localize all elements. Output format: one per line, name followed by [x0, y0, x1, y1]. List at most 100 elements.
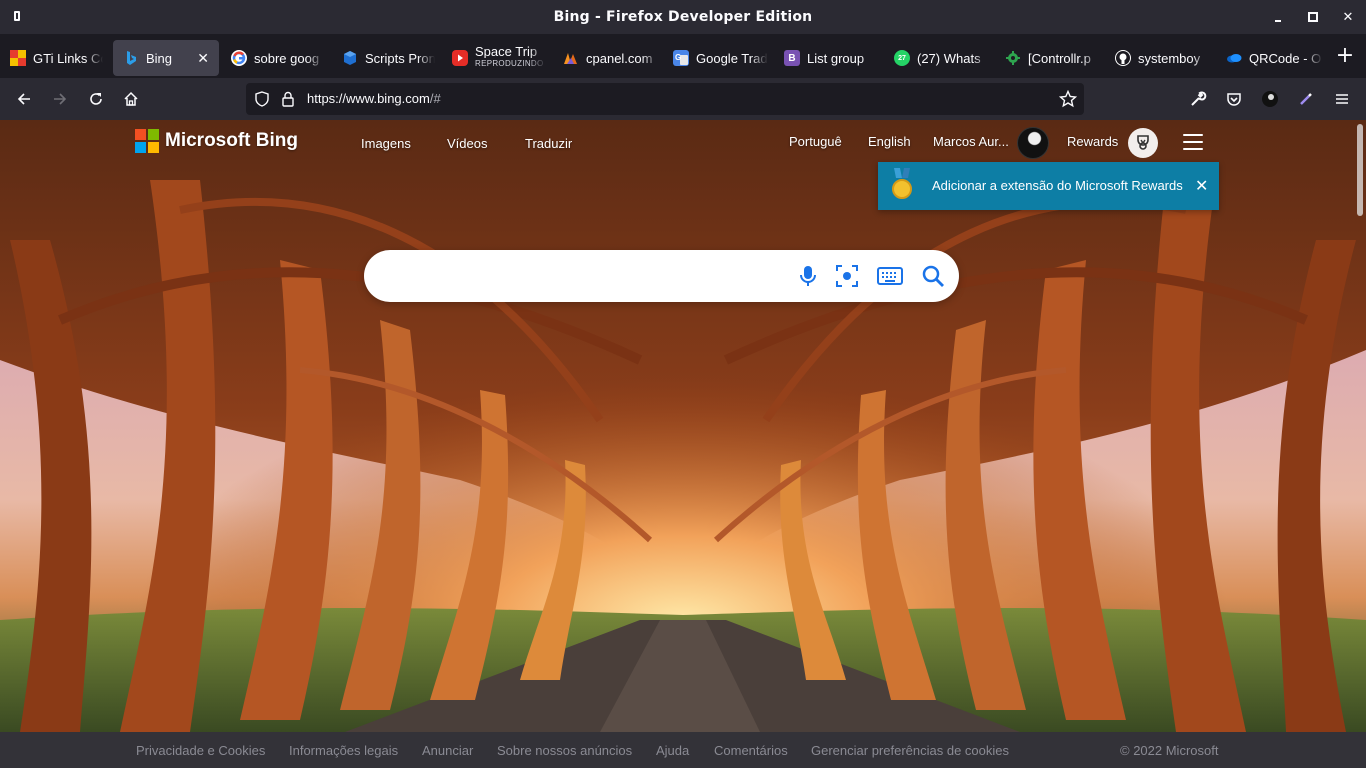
close-window-button[interactable]: ✕ — [1341, 10, 1355, 25]
title-bar: Bing - Firefox Developer Edition ✕ — [0, 0, 1366, 34]
search-input[interactable] — [388, 264, 798, 288]
app-menu-button[interactable] — [1332, 89, 1352, 109]
profile-avatar-icon — [1262, 91, 1278, 107]
medal-icon — [888, 168, 916, 204]
footer-privacy-link[interactable]: Privacidade e Cookies — [136, 743, 265, 758]
url-host: https://www.bing.com — [307, 91, 430, 106]
tab-label: [Controllr.p — [1028, 50, 1091, 66]
user-avatar[interactable] — [1017, 127, 1049, 159]
tab-sobre-goog[interactable]: sobre goog — [221, 40, 331, 76]
footer-help-link[interactable]: Ajuda — [656, 743, 689, 758]
account-button[interactable] — [1260, 89, 1280, 109]
bing-menu-icon[interactable] — [1183, 134, 1203, 150]
search-icon[interactable] — [920, 263, 946, 289]
new-tab-button[interactable]: + — [1334, 45, 1356, 68]
tab-qrcode[interactable]: QRCode - O — [1216, 40, 1326, 76]
devtools-button[interactable] — [1188, 89, 1208, 109]
popup-text: Adicionar a extensão do Microsoft Reward… — [932, 178, 1183, 193]
tab-label: sobre goog — [254, 50, 320, 66]
tab-list-group[interactable]: B List group — [774, 40, 884, 76]
youtube-icon — [452, 50, 468, 66]
bing-icon — [123, 50, 139, 66]
url-text[interactable]: https://www.bing.com/# — [307, 91, 441, 106]
page-footer: Privacidade e Cookies Informações legais… — [0, 732, 1366, 768]
rewards-link[interactable]: Rewards — [1067, 134, 1118, 149]
bing-logo[interactable]: Microsoft Bing — [135, 129, 298, 153]
onedrive-icon — [1226, 50, 1242, 66]
gti-icon — [10, 50, 26, 66]
tab-label: Scripts Pron — [365, 50, 435, 66]
footer-cookie-prefs-link[interactable]: Gerenciar preferências de cookies — [811, 743, 1009, 758]
pocket-icon — [1227, 93, 1241, 106]
controllr-icon — [1005, 50, 1021, 66]
footer-legal-link[interactable]: Informações legais — [289, 743, 398, 758]
scrollbar-thumb[interactable] — [1357, 124, 1363, 216]
tab-label: cpanel.com — [586, 50, 653, 66]
footer-advertise-link[interactable]: Anunciar — [422, 743, 473, 758]
back-button[interactable] — [14, 89, 34, 109]
tab-cpanel[interactable]: cpanel.com — [553, 40, 663, 76]
tracking-protection-shield-icon[interactable] — [254, 91, 270, 111]
address-bar[interactable]: https://www.bing.com/# — [246, 83, 1084, 115]
language-english[interactable]: English — [868, 134, 911, 149]
minimize-button[interactable] — [1271, 10, 1285, 24]
tab-github[interactable]: systemboy — [1105, 40, 1215, 76]
tab-controllr[interactable]: [Controllr.p — [995, 40, 1105, 76]
whatsapp-icon: 27 — [894, 50, 910, 66]
tab-label: (27) Whats — [917, 50, 981, 66]
reload-button[interactable] — [86, 89, 106, 109]
forward-button[interactable] — [50, 89, 70, 109]
tab-label: systemboy — [1138, 50, 1201, 66]
tab-label: Space Trip — [475, 46, 538, 58]
tab-playing-label: REPRODUZINDO — [475, 59, 544, 68]
keyboard-icon[interactable] — [877, 263, 903, 289]
tab-label: GTi Links Co — [33, 50, 103, 66]
page-scrollbar[interactable] — [1354, 120, 1366, 732]
tab-bing[interactable]: Bing ✕ — [113, 40, 219, 76]
tab-label: Google Trad — [696, 50, 768, 66]
bookmark-star-icon[interactable] — [1058, 89, 1078, 112]
microphone-icon[interactable] — [795, 263, 821, 289]
svg-text:G: G — [675, 53, 681, 62]
url-path: /# — [429, 91, 441, 106]
tab-scripts[interactable]: Scripts Pron — [332, 40, 442, 76]
maximize-button[interactable] — [1306, 10, 1320, 24]
brand-name: Microsoft Bing — [165, 130, 298, 151]
google-translate-icon: G — [673, 50, 689, 66]
window-menu-icon[interactable] — [14, 11, 20, 21]
close-tab-icon[interactable]: ✕ — [197, 50, 209, 67]
footer-feedback-link[interactable]: Comentários — [714, 743, 788, 758]
microsoft-logo-icon — [135, 129, 159, 153]
github-icon — [1115, 50, 1131, 66]
wrench-icon — [1191, 91, 1207, 106]
nav-traduzir[interactable]: Traduzir — [525, 136, 572, 151]
hamburger-menu-icon — [1336, 94, 1348, 104]
rewards-extension-popup[interactable]: Adicionar a extensão do Microsoft Reward… — [878, 162, 1219, 210]
nav-imagens[interactable]: Imagens — [361, 136, 411, 151]
tab-google-translate[interactable]: G Google Trad — [663, 40, 773, 76]
search-box[interactable] — [364, 250, 959, 302]
home-icon — [124, 91, 138, 106]
tab-gti-links[interactable]: GTi Links Co — [0, 40, 110, 76]
page-content: Microsoft Bing Imagens Vídeos Traduzir P… — [0, 120, 1366, 768]
visual-search-icon[interactable] — [834, 263, 860, 289]
arrow-right-icon — [54, 93, 67, 105]
tab-whatsapp[interactable]: 27 (27) Whats — [884, 40, 994, 76]
nav-videos[interactable]: Vídeos — [447, 136, 487, 151]
user-name[interactable]: Marcos Aur... — [933, 134, 1009, 149]
tab-label: QRCode - O — [1249, 50, 1322, 66]
lock-icon[interactable] — [281, 91, 295, 111]
navigation-toolbar: https://www.bing.com/# — [0, 78, 1366, 120]
pocket-button[interactable] — [1224, 89, 1244, 109]
home-button[interactable] — [121, 89, 141, 109]
cypress-tree-tunnel-image — [0, 120, 1366, 732]
popup-close-icon[interactable]: ✕ — [1195, 176, 1208, 195]
reload-icon — [90, 93, 102, 105]
bootstrap-icon: B — [784, 50, 800, 66]
footer-about-ads-link[interactable]: Sobre nossos anúncios — [497, 743, 632, 758]
tab-space-trip[interactable]: Space Trip REPRODUZINDO — [442, 40, 552, 76]
extension-button[interactable] — [1296, 89, 1316, 109]
language-portugues[interactable]: Portuguê — [789, 134, 842, 149]
window-title: Bing - Firefox Developer Edition — [553, 9, 813, 25]
rewards-trophy-icon[interactable] — [1128, 128, 1158, 158]
